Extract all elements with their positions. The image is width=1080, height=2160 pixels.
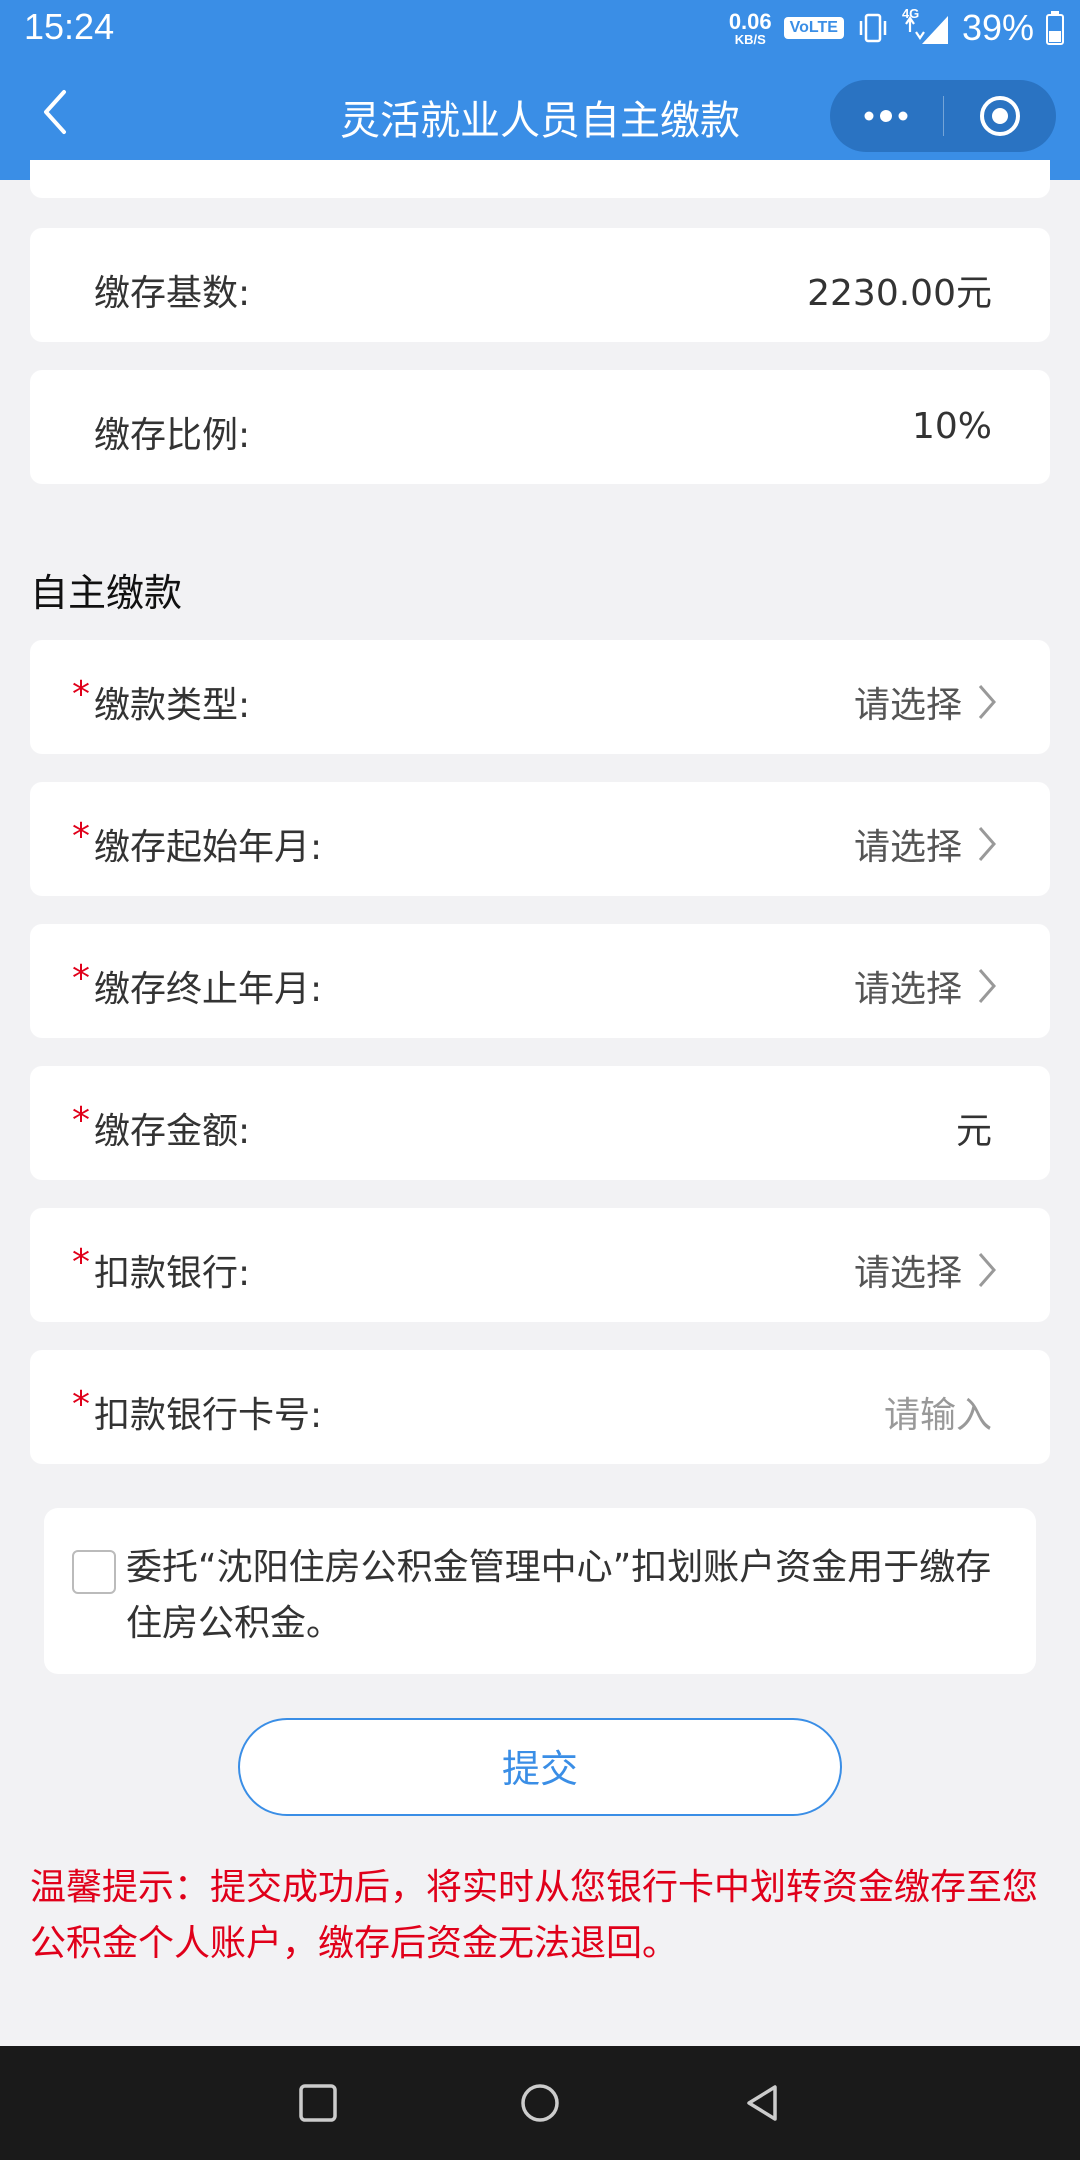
- scrolled-card: [30, 160, 1050, 198]
- chevron-right-icon: [978, 685, 996, 719]
- end-month-select[interactable]: 请选择: [854, 960, 998, 1012]
- section-title: 自主缴款: [30, 571, 183, 615]
- battery-percent: 39%: [961, 7, 1034, 48]
- consent-checkbox[interactable]: [72, 1550, 116, 1594]
- recent-apps-button[interactable]: [268, 2046, 368, 2160]
- signal-icon: [905, 16, 948, 44]
- required-mark: *: [72, 1100, 90, 1141]
- bank-label: 扣款银行:: [94, 1253, 251, 1294]
- back-button[interactable]: [30, 84, 86, 140]
- home-button[interactable]: [490, 2046, 590, 2160]
- bank-card-row: * 扣款银行卡号: 请输入: [30, 1350, 1050, 1464]
- more-dots-icon: [864, 110, 908, 122]
- end-month-row[interactable]: * 缴存终止年月: 请选择: [30, 924, 1050, 1038]
- warm-tip: 温馨提示：提交成功后，将实时从您银行卡中划转资金缴存至您公积金个人账户，缴存后资…: [30, 1867, 1039, 1964]
- payment-type-value: 请选择: [853, 685, 962, 726]
- square-icon: [299, 2084, 337, 2122]
- deposit-base-label: 缴存基数:: [94, 273, 251, 314]
- amount-unit: 元: [955, 1111, 992, 1152]
- chevron-right-icon: [978, 969, 996, 1003]
- bank-select[interactable]: 请选择: [854, 1244, 998, 1296]
- app-header: 15:24 0.06 KB/S VoLTE 4G 39% 灵活就业人员自主缴款: [0, 0, 1080, 180]
- payment-type-select[interactable]: 请选择: [854, 676, 998, 728]
- chevron-right-icon: [978, 1253, 996, 1287]
- more-button[interactable]: [830, 80, 943, 152]
- mini-program-capsule: [830, 80, 1056, 152]
- required-mark: *: [72, 1384, 90, 1425]
- start-month-select[interactable]: 请选择: [854, 818, 998, 870]
- net-speed: 0.06 KB/S: [728, 8, 772, 47]
- bank-value: 请选择: [853, 1253, 962, 1294]
- amount-row: * 缴存金额: 元: [30, 1066, 1050, 1180]
- deposit-base-row: 缴存基数: 2230.00元: [30, 228, 1050, 342]
- required-mark: *: [72, 674, 90, 715]
- deposit-ratio-row: 缴存比例: 10%: [30, 370, 1050, 484]
- deposit-ratio-label: 缴存比例:: [94, 415, 251, 456]
- close-program-button[interactable]: [944, 80, 1057, 152]
- consent-text: 委托“沈阳住房公积金管理中心”扣划账户资金用于缴存住房公积金。: [126, 1547, 992, 1644]
- battery-icon: [1046, 11, 1064, 45]
- start-month-value: 请选择: [853, 827, 962, 868]
- end-month-value: 请选择: [853, 969, 962, 1010]
- signal-group: 4G: [902, 6, 950, 46]
- bank-card-input[interactable]: 请输入: [884, 1386, 992, 1438]
- back-nav-button[interactable]: [712, 2046, 812, 2160]
- deposit-ratio-value: 10%: [911, 406, 992, 447]
- start-month-row[interactable]: * 缴存起始年月: 请选择: [30, 782, 1050, 896]
- payment-type-label: 缴款类型:: [94, 685, 251, 726]
- net-speed-unit: KB/S: [734, 31, 766, 47]
- vibrate-icon: [859, 13, 887, 43]
- net-speed-value: 0.06: [728, 8, 772, 34]
- status-time: 15:24: [24, 6, 115, 47]
- required-mark: *: [72, 816, 90, 857]
- page-title: 灵活就业人员自主缴款: [340, 98, 740, 144]
- end-month-label: 缴存终止年月:: [94, 969, 323, 1010]
- chevron-right-icon: [978, 827, 996, 861]
- volte-badge: VoLTE: [783, 17, 844, 39]
- system-nav-bar: [0, 2046, 1080, 2160]
- deposit-base-value: 2230.00元: [807, 273, 992, 314]
- consent-box: 委托“沈阳住房公积金管理中心”扣划账户资金用于缴存住房公积金。: [44, 1508, 1036, 1674]
- start-month-label: 缴存起始年月:: [94, 827, 323, 868]
- payment-type-row[interactable]: * 缴款类型: 请选择: [30, 640, 1050, 754]
- chevron-left-icon: [44, 90, 66, 134]
- status-bar: 15:24 0.06 KB/S VoLTE 4G 39%: [0, 0, 1080, 56]
- target-circle-icon: [979, 96, 1020, 136]
- status-icons: 0.06 KB/S VoLTE 4G 39%: [729, 6, 1064, 50]
- required-mark: *: [72, 1242, 90, 1283]
- amount-label: 缴存金额:: [94, 1111, 251, 1152]
- triangle-back-icon: [747, 2085, 777, 2121]
- circle-icon: [521, 2084, 559, 2122]
- bank-row[interactable]: * 扣款银行: 请选择: [30, 1208, 1050, 1322]
- submit-button[interactable]: 提交: [238, 1718, 842, 1816]
- bank-card-label: 扣款银行卡号:: [94, 1395, 323, 1436]
- required-mark: *: [72, 958, 90, 999]
